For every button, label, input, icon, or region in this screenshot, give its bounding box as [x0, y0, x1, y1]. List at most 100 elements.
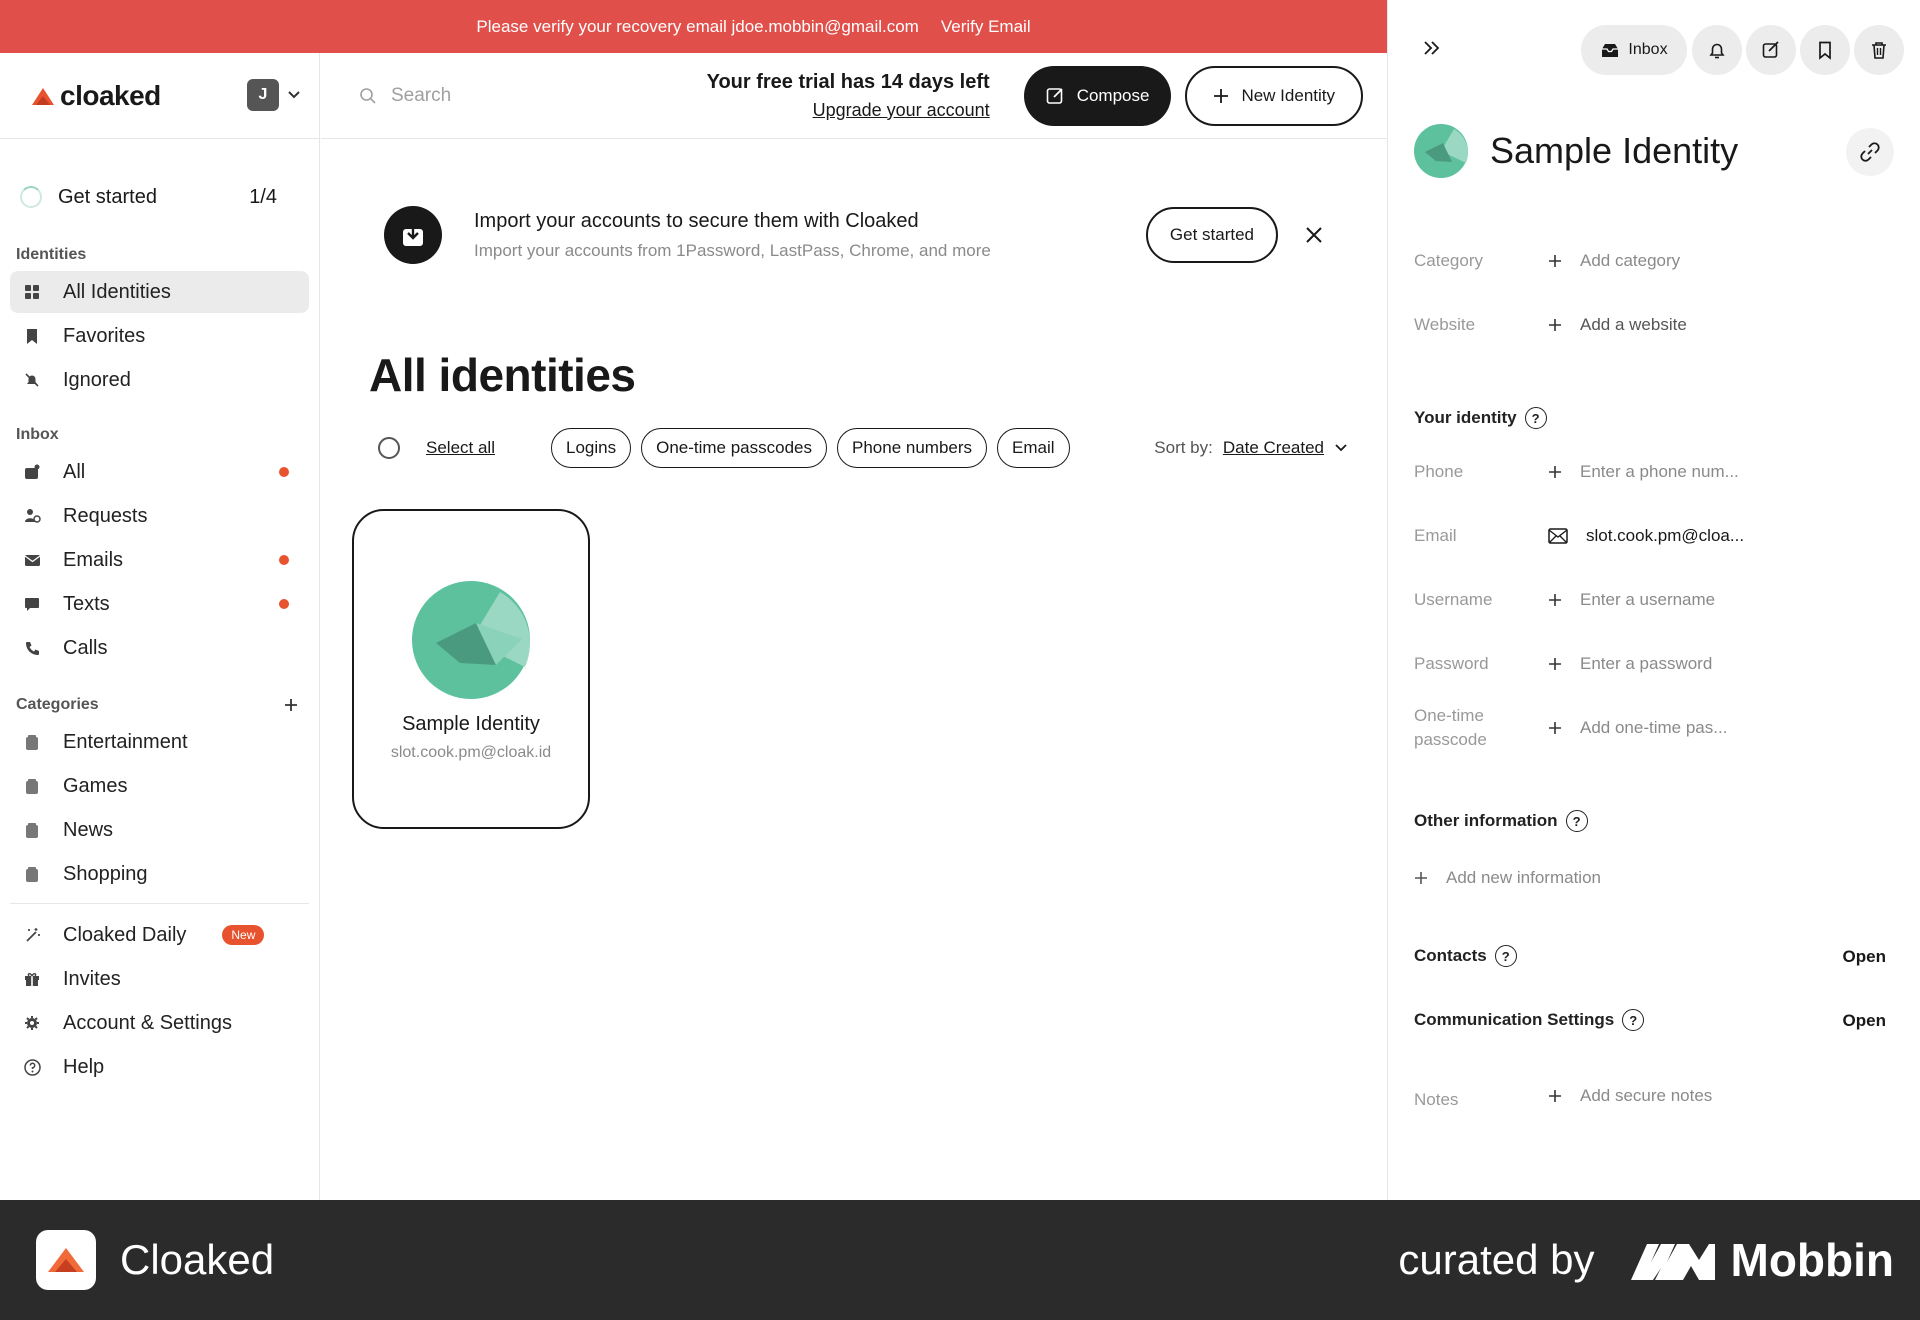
share-link-button[interactable]	[1846, 128, 1894, 176]
email-label: Email	[1414, 526, 1457, 545]
panel-inbox-button[interactable]: Inbox	[1581, 25, 1687, 75]
account-switcher[interactable]: J	[247, 79, 301, 111]
top-bar: Search Your free trial has 14 days left …	[321, 53, 1387, 139]
new-identity-button[interactable]: New Identity	[1185, 65, 1363, 126]
add-category-button[interactable]: Add category	[1548, 249, 1680, 273]
add-website-button[interactable]: Add a website	[1548, 313, 1687, 337]
sidebar-item-category[interactable]: Shopping	[10, 853, 309, 895]
close-icon[interactable]	[1304, 225, 1324, 245]
add-category-text: Add category	[1580, 251, 1681, 270]
delete-button[interactable]	[1854, 25, 1904, 75]
sidebar-item-inbox-all[interactable]: All	[10, 451, 309, 493]
identity-card[interactable]: Sample Identity slot.cook.pm@cloak.id	[352, 509, 590, 829]
categories-heading: Categories	[16, 696, 99, 713]
sidebar-item-calls[interactable]: Calls	[10, 627, 309, 669]
sidebar-item-label: Favorites	[63, 324, 146, 347]
unread-dot	[279, 599, 289, 609]
sidebar-item-label: News	[63, 818, 114, 841]
username-label: Username	[1414, 590, 1493, 609]
inbox-heading: Inbox	[16, 426, 59, 443]
verify-email-link[interactable]: Verify Email	[941, 17, 1031, 37]
sidebar-item-label: Emails	[63, 548, 124, 571]
import-get-started-button[interactable]: Get started	[1145, 207, 1278, 263]
select-all-checkbox[interactable]	[378, 437, 400, 459]
filter-chip-otp[interactable]: One-time passcodes	[641, 428, 827, 468]
add-info-button[interactable]: Add new information	[1414, 866, 1601, 890]
get-started-item[interactable]: Get started 1/4	[0, 167, 319, 227]
inbox-tray-icon	[1602, 44, 1619, 57]
help-icon[interactable]: ?	[1565, 810, 1588, 832]
identity-name: Sample Identity	[402, 713, 540, 735]
username-field[interactable]: Enter a username	[1548, 588, 1715, 612]
your-identity-heading: Your identity ?	[1414, 407, 1547, 429]
search-icon	[360, 87, 376, 104]
sidebar-item-all-identities[interactable]: All Identities	[10, 271, 309, 313]
compose-button[interactable]: Compose	[1023, 65, 1172, 126]
sidebar-item-category[interactable]: News	[10, 809, 309, 851]
sidebar-item-cloaked-daily[interactable]: Cloaked Daily New	[10, 914, 309, 956]
import-subtitle: Import your accounts from 1Password, Las…	[474, 240, 991, 260]
sidebar-item-emails[interactable]: Emails	[10, 539, 309, 581]
sidebar-item-label: All	[63, 460, 86, 483]
sidebar-item-label: Calls	[63, 636, 108, 659]
select-all-link[interactable]: Select all	[426, 438, 495, 458]
trial-notice: Your free trial has 14 days left Upgrade…	[707, 71, 990, 121]
sidebar-item-label: Account & Settings	[63, 1011, 232, 1034]
filter-chip-logins[interactable]: Logins	[550, 428, 632, 468]
help-icon[interactable]: ?	[1524, 407, 1547, 429]
filter-chip-email[interactable]: Email	[997, 428, 1070, 468]
import-icon	[384, 206, 442, 264]
sidebar-item-ignored[interactable]: Ignored	[10, 359, 309, 401]
email-field[interactable]: slot.cook.pm@cloa...	[1548, 524, 1744, 548]
panel-identity-name: Sample Identity	[1490, 130, 1739, 171]
add-notes-button[interactable]: Add secure notes	[1548, 1084, 1712, 1108]
identity-avatar	[1414, 124, 1468, 178]
otp-placeholder: Add one-time pas...	[1580, 718, 1728, 737]
add-info-text: Add new information	[1446, 868, 1601, 887]
sort-dropdown[interactable]: Sort by: Date Created	[1154, 438, 1348, 458]
search-input[interactable]: Search	[359, 85, 659, 107]
help-icon[interactable]: ?	[1494, 945, 1517, 967]
sidebar-item-invites[interactable]: Invites	[10, 958, 309, 1000]
your-identity-text: Your identity	[1414, 408, 1517, 427]
sidebar-item-help[interactable]: Help	[10, 1046, 309, 1088]
password-row: Password Enter a password	[1414, 652, 1894, 676]
sidebar-item-account-settings[interactable]: Account & Settings	[10, 1002, 309, 1044]
collapse-panel-icon[interactable]	[1422, 38, 1442, 58]
contacts-open-button[interactable]: Open	[1843, 947, 1886, 967]
sidebar-item-texts[interactable]: Texts	[10, 583, 309, 625]
add-category-plus-icon[interactable]	[283, 697, 299, 713]
category-row: Category Add category	[1414, 249, 1894, 273]
sidebar-item-label: Texts	[63, 592, 110, 615]
favorite-button[interactable]	[1800, 25, 1850, 75]
otp-label: One-time passcode	[1414, 706, 1487, 749]
filter-chip-phone[interactable]: Phone numbers	[837, 428, 988, 468]
phone-field[interactable]: Enter a phone num...	[1548, 460, 1739, 484]
sidebar-item-category[interactable]: Entertainment	[10, 721, 309, 763]
brand-name: cloaked	[60, 79, 161, 111]
sidebar-item-category[interactable]: Games	[10, 765, 309, 807]
unread-dot	[279, 555, 289, 565]
password-field[interactable]: Enter a password	[1548, 652, 1712, 676]
cloaked-logo-icon	[32, 87, 54, 105]
logo-row: cloaked J	[0, 53, 319, 139]
upgrade-link[interactable]: Upgrade your account	[707, 100, 990, 121]
email-row: Email slot.cook.pm@cloa...	[1414, 524, 1894, 548]
cloaked-logo[interactable]: cloaked	[30, 80, 161, 112]
comm-settings-open-button[interactable]: Open	[1843, 1011, 1886, 1031]
mail-icon	[23, 551, 41, 569]
link-icon	[1860, 142, 1880, 162]
footer-credit: curated by Mobbin	[1398, 1233, 1894, 1287]
edit-button[interactable]	[1746, 25, 1796, 75]
notifications-button[interactable]	[1692, 25, 1742, 75]
account-avatar: J	[247, 79, 279, 111]
requests-icon	[23, 507, 41, 525]
plus-icon	[1214, 88, 1229, 103]
help-icon[interactable]: ?	[1622, 1009, 1645, 1031]
folder-icon	[23, 733, 41, 751]
sidebar-item-requests[interactable]: Requests	[10, 495, 309, 537]
sidebar-item-favorites[interactable]: Favorites	[10, 315, 309, 357]
otp-field[interactable]: Add one-time pas...	[1548, 716, 1727, 740]
notes-label: Notes	[1414, 1090, 1459, 1109]
folder-icon	[23, 777, 41, 795]
